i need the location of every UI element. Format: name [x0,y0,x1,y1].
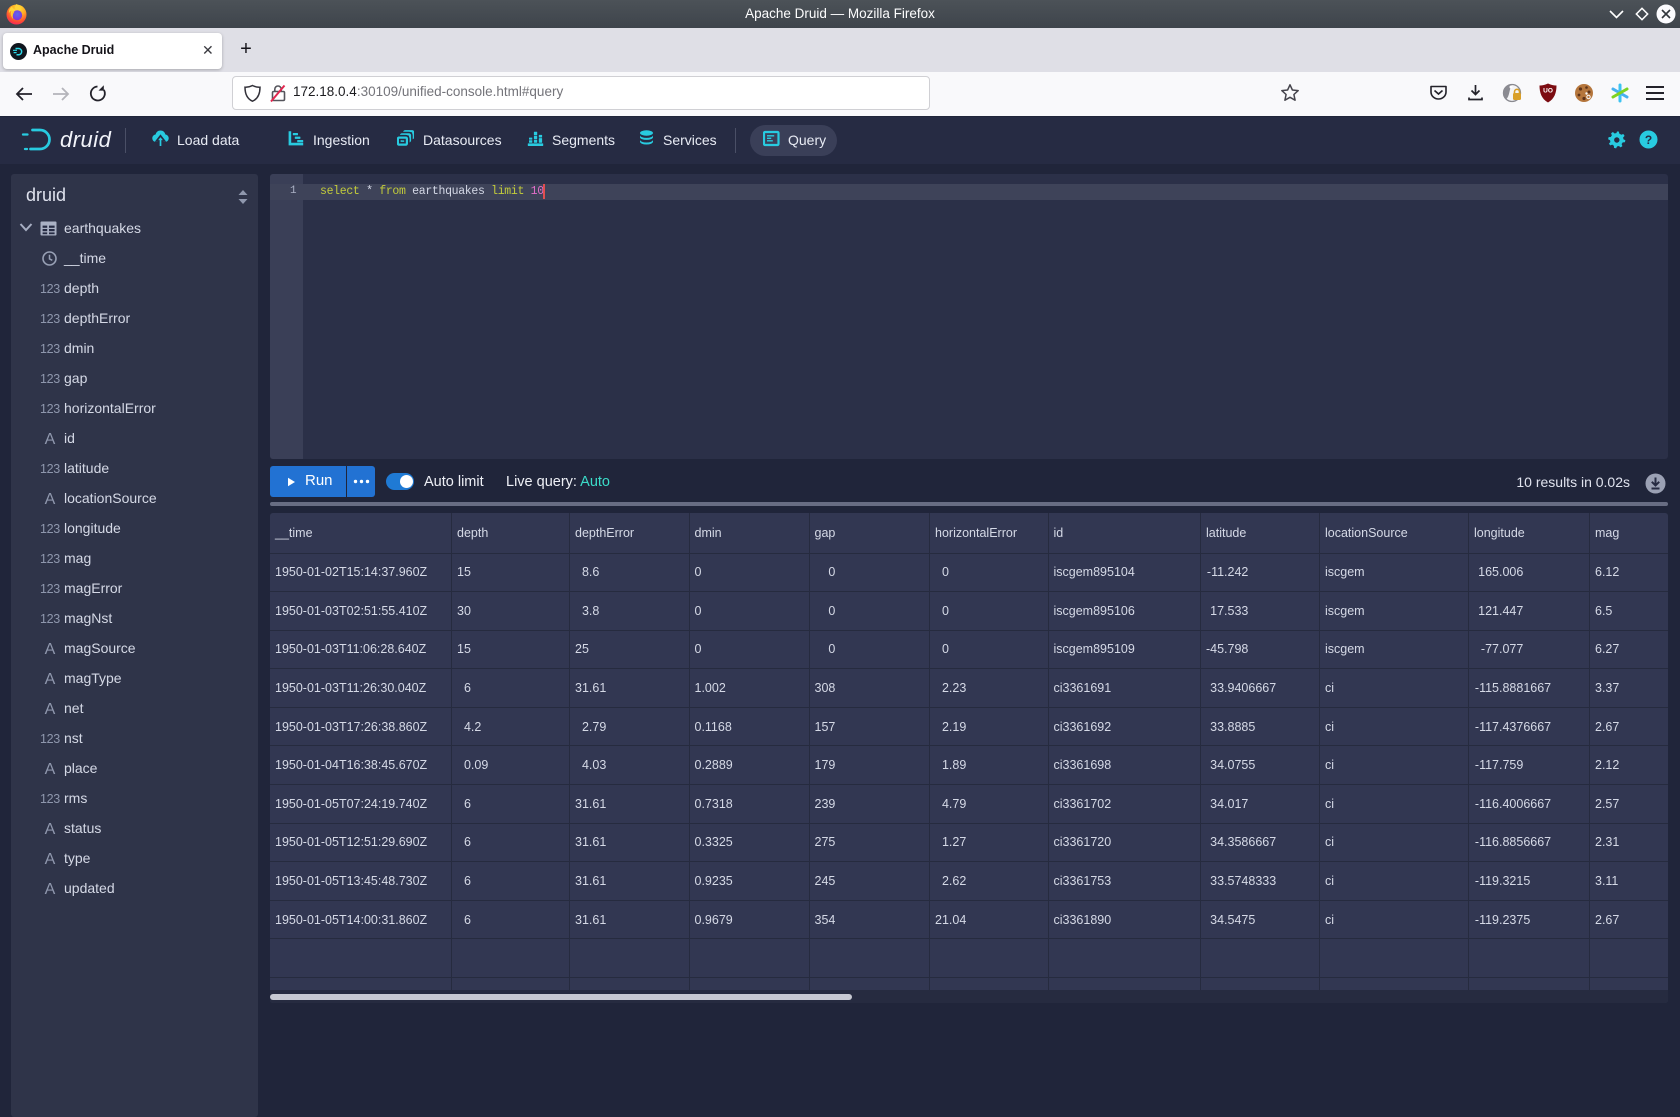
svg-text:UO: UO [1543,88,1553,95]
svg-text:?: ? [1645,133,1652,147]
